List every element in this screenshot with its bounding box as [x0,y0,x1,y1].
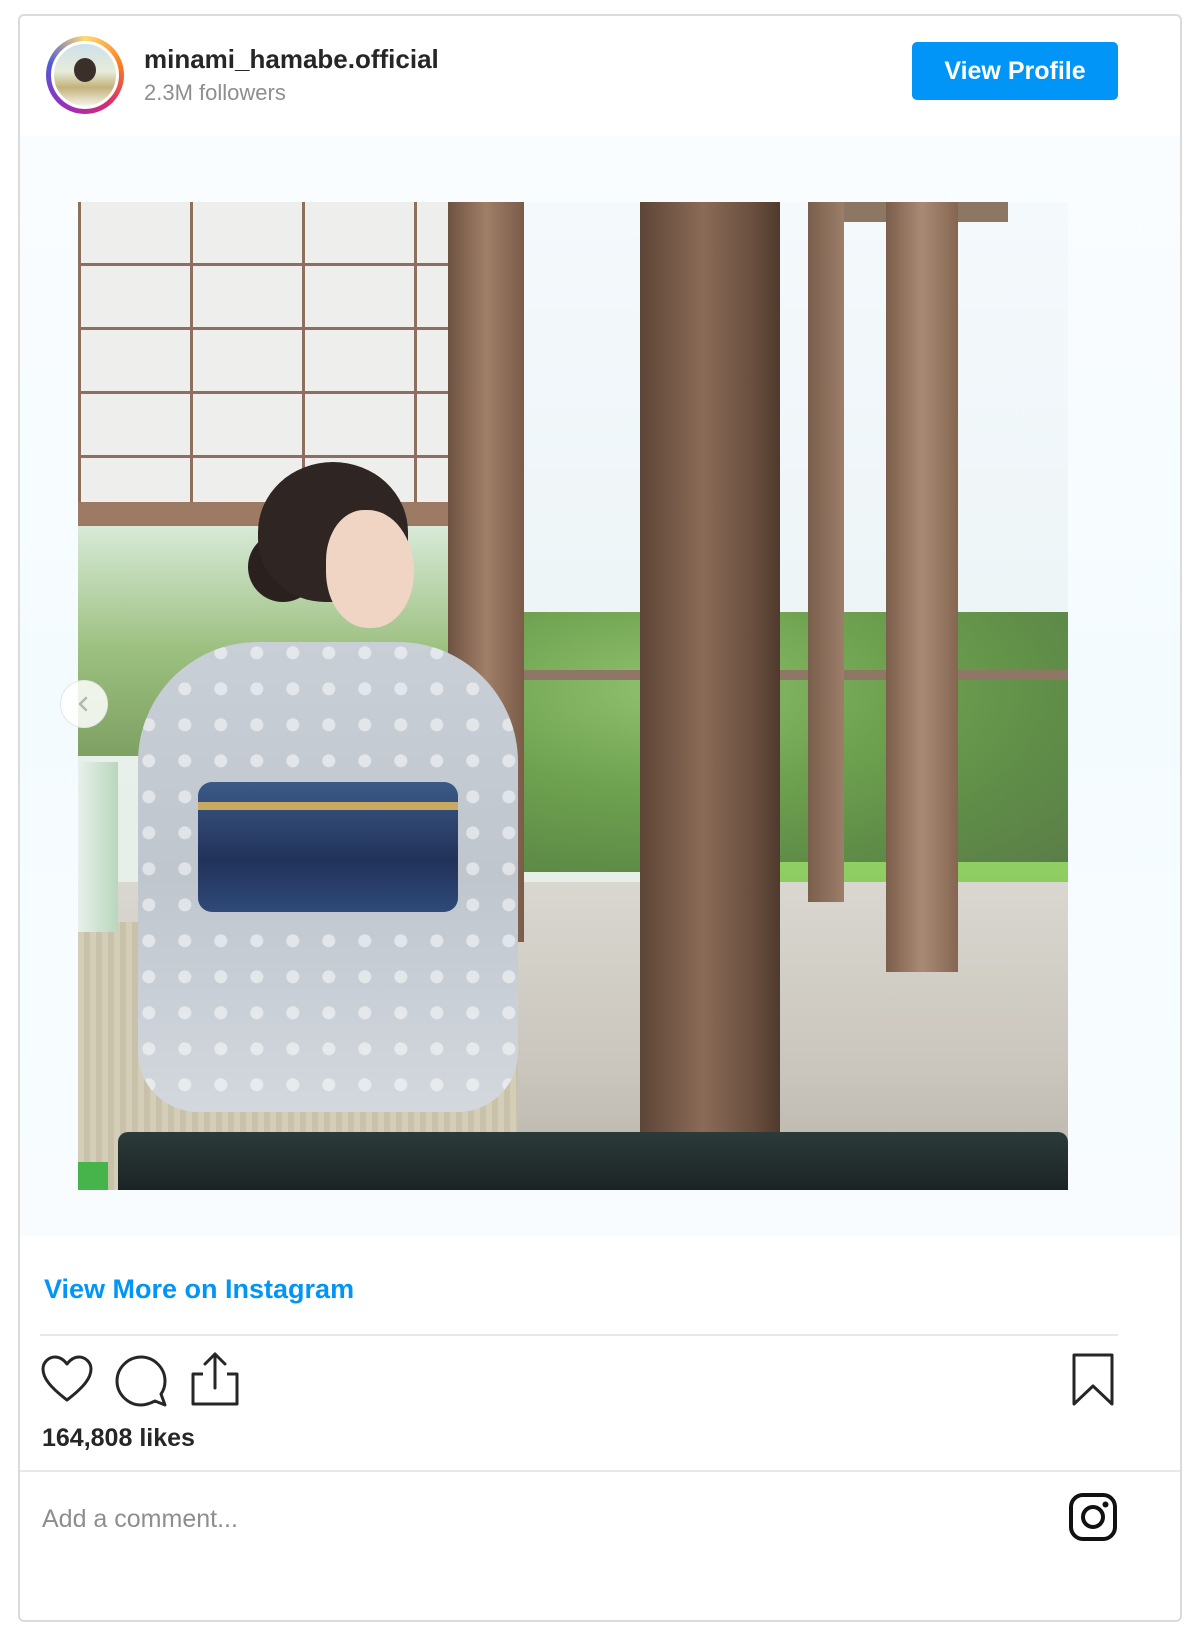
instagram-logo-link[interactable] [1068,1492,1118,1547]
avatar-image [51,41,119,109]
follower-count: 2.3M followers [144,80,286,105]
comment-button[interactable] [114,1354,168,1413]
avatar[interactable] [46,36,124,114]
heart-icon [41,1355,93,1402]
kimono-figure [98,462,518,1122]
view-profile-button[interactable]: View Profile [912,42,1118,100]
like-count: 164,808 likes [42,1424,195,1452]
comment-icon [115,1355,167,1407]
instagram-embed-card: minami_hamabe.official 2.3M followers Vi… [18,14,1182,1622]
prev-slide-button[interactable] [60,680,108,728]
post-media [20,136,1180,1236]
instagram-logo-icon [1069,1493,1117,1541]
chevron-left-icon [78,696,88,712]
bookmark-icon [1072,1353,1114,1406]
share-button[interactable] [190,1350,240,1413]
bookmark-button[interactable] [1070,1352,1116,1413]
divider [20,1470,1180,1472]
divider [40,1334,1118,1336]
post-photo[interactable] [78,202,1068,1190]
share-icon [191,1352,239,1406]
view-more-link[interactable]: View More on Instagram [44,1274,354,1305]
like-button[interactable] [40,1354,94,1409]
username[interactable]: minami_hamabe.official [144,44,439,75]
comment-input[interactable] [40,1496,1024,1542]
